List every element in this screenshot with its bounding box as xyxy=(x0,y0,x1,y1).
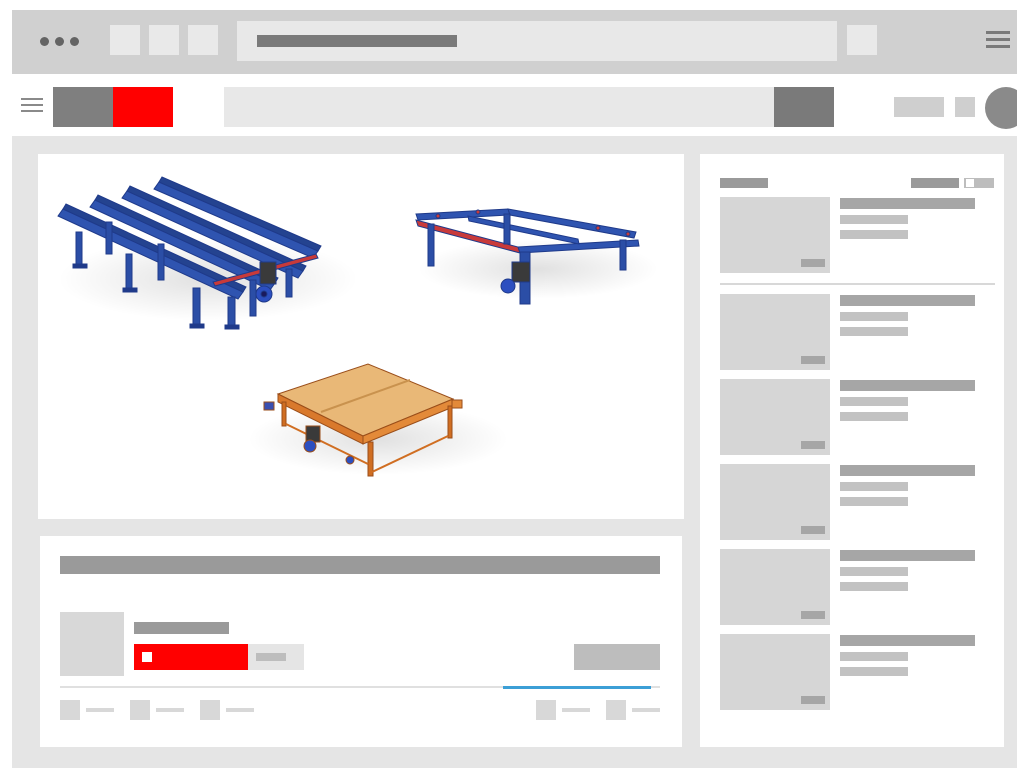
site-logo[interactable] xyxy=(53,87,113,127)
site-logo-accent[interactable] xyxy=(113,87,173,127)
save-label xyxy=(562,708,590,712)
site-header xyxy=(12,74,1017,136)
recommendation-item[interactable] xyxy=(720,197,995,273)
header-action-button[interactable] xyxy=(894,97,944,117)
more-icon[interactable] xyxy=(606,700,626,720)
search-button[interactable] xyxy=(774,87,834,127)
like-count xyxy=(86,708,114,712)
recommendations-sidebar xyxy=(700,154,1004,747)
autoplay-toggle[interactable] xyxy=(964,178,994,188)
address-bar[interactable] xyxy=(237,21,837,61)
channel-avatar[interactable] xyxy=(60,612,124,676)
browser-tab[interactable] xyxy=(188,25,218,55)
dislike-icon[interactable] xyxy=(130,700,150,720)
browser-chrome xyxy=(12,10,1017,74)
like-icon[interactable] xyxy=(60,700,80,720)
channel-name[interactable] xyxy=(134,622,229,634)
address-text xyxy=(257,35,457,47)
browser-tab[interactable] xyxy=(110,25,140,55)
recommendation-item[interactable] xyxy=(720,634,995,710)
browser-window xyxy=(12,10,1017,768)
up-next-label xyxy=(720,178,768,188)
video-title xyxy=(60,556,660,574)
share-icon[interactable] xyxy=(200,700,220,720)
window-dot-icon[interactable] xyxy=(55,37,64,46)
blue-frame-transfer-image xyxy=(415,208,658,305)
save-icon[interactable] xyxy=(536,700,556,720)
like-ratio-bar xyxy=(503,686,651,689)
video-frame-illustration xyxy=(57,176,658,477)
recommendation-item[interactable] xyxy=(720,379,995,455)
orange-wooden-table-image xyxy=(248,363,508,477)
video-player[interactable] xyxy=(38,154,684,519)
notification-icon[interactable] xyxy=(955,97,975,117)
view-count xyxy=(574,644,660,670)
share-label xyxy=(226,708,254,712)
more-label xyxy=(632,708,660,712)
subscribe-icon xyxy=(142,652,152,662)
subscriber-count xyxy=(248,644,304,670)
blue-conveyor-line-image xyxy=(57,176,358,330)
browser-tab[interactable] xyxy=(149,25,179,55)
divider xyxy=(720,283,995,285)
autoplay-label xyxy=(911,178,959,188)
recommendation-item[interactable] xyxy=(720,294,995,370)
browser-menu-icon[interactable] xyxy=(986,31,1010,52)
subscribe-button[interactable] xyxy=(134,644,248,670)
dislike-count xyxy=(156,708,184,712)
user-avatar[interactable] xyxy=(985,87,1017,129)
window-dot-icon[interactable] xyxy=(40,37,49,46)
recommendation-item[interactable] xyxy=(720,464,995,540)
recommendation-item[interactable] xyxy=(720,549,995,625)
window-dot-icon[interactable] xyxy=(70,37,79,46)
browser-action-button[interactable] xyxy=(847,25,877,55)
hamburger-menu-icon[interactable] xyxy=(21,98,43,116)
video-info-panel xyxy=(40,536,682,747)
search-input[interactable] xyxy=(224,87,774,127)
